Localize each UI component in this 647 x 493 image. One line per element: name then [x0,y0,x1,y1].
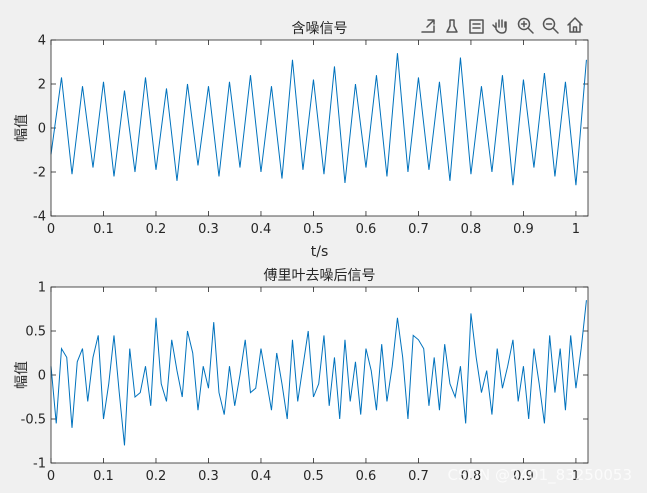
x-tick-label: 0.1 [93,469,114,484]
x-tick-label: 0.6 [356,222,377,237]
y-tick-label: -0.5 [21,413,46,428]
x-tick-label: 0.9 [513,222,534,237]
x-tick-label: 1 [572,222,580,237]
y-tick-label: 0 [38,369,46,384]
y-tick-label: -2 [33,166,46,181]
noisy-signal-axes: 0 0.1 0.2 0.3 0.4 0.5 0.6 0.7 0.8 0.9 1 -4 -2 0 2 4 含噪信… [14,21,589,260]
chart-title: 傅里叶去噪后信号 [264,268,376,284]
x-tick-label: 0.7 [408,222,429,237]
x-tick-label: 0.5 [303,222,324,237]
denoised-signal-axes: 0 0.1 0.2 0.3 0.4 0.5 0.6 0.7 0.8 0.9 1-1-0.500.51… [14,268,589,484]
x-tick-label: 0.2 [146,469,167,484]
x-tick-label: 0.3 [198,469,219,484]
x-tick-label: 0.3 [198,222,219,237]
pan-icon[interactable] [492,19,507,34]
x-tick-label: 0.8 [461,222,482,237]
export-icon[interactable] [421,19,435,33]
x-tick-label: 0.4 [251,469,272,484]
x-tick-label: 0.4 [251,222,272,237]
y-axis-label: 幅值 [14,114,30,142]
y-tick-label: -4 [33,210,46,225]
x-tick-label: 0.6 [356,469,377,484]
x-tick-label: 0.1 [93,222,114,237]
watermark: CSDN @2401_83250053 [447,466,632,485]
axes-toolbar [421,17,583,34]
x-tick-label: 0.2 [146,222,167,237]
figure: 0 0.1 0.2 0.3 0.4 0.5 0.6 0.7 0.8 0.9 1 -4 -2 0 2 4 含噪信… [14,17,632,485]
brush-icon[interactable] [446,19,458,33]
x-tick-label: 0.5 [303,469,324,484]
x-tick-label: 0.7 [408,469,429,484]
y-tick-label: 4 [38,34,46,49]
zoom-out-icon[interactable] [542,17,559,34]
x-tick-label: 0 [47,222,55,237]
y-axis-label: 幅值 [14,361,30,389]
chart-title: 含噪信号 [292,21,348,37]
y-tick-label: -1 [33,457,46,472]
x-axis-label: t/s [311,244,329,260]
y-tick-label: 0 [38,122,46,137]
home-icon[interactable] [567,17,583,33]
legend-icon[interactable] [469,19,484,34]
y-tick-label: 2 [38,78,46,93]
x-tick-label: 0 [47,469,55,484]
y-tick-label: 1 [38,281,46,296]
y-tick-label: 0.5 [25,325,46,340]
zoom-in-icon[interactable] [517,17,534,34]
